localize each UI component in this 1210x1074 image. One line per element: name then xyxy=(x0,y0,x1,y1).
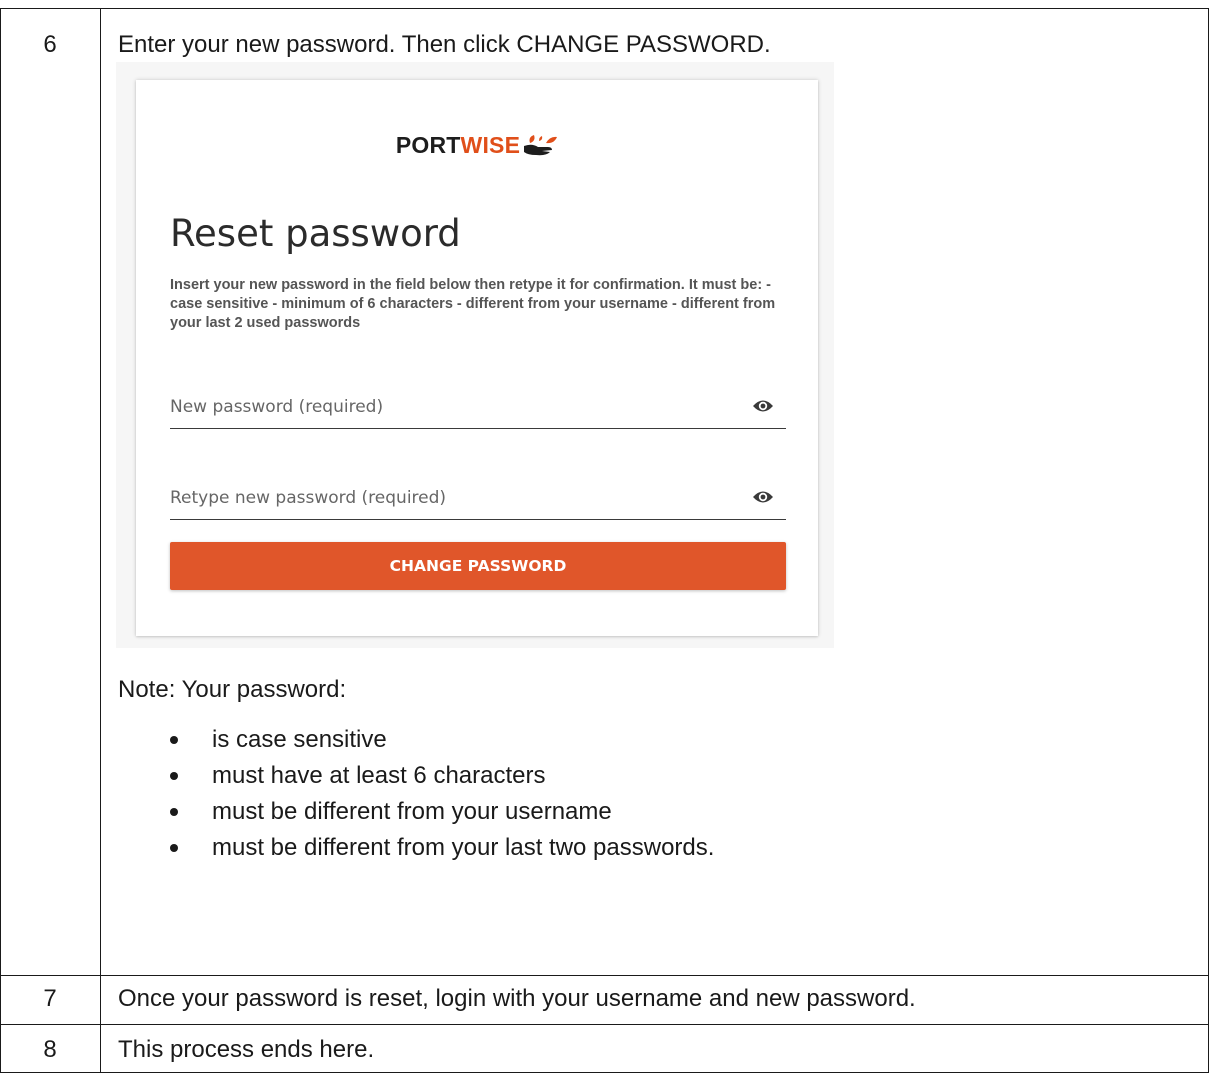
table-border-right xyxy=(1208,8,1209,1073)
list-item: is case sensitive xyxy=(160,726,714,762)
step-number: 8 xyxy=(43,1036,57,1063)
reset-instructions: Insert your new password in the field be… xyxy=(170,277,776,331)
list-item-text: is case sensitive xyxy=(212,726,387,753)
list-item: must be different from your username xyxy=(160,798,714,834)
list-item: must be different from your last two pas… xyxy=(160,834,714,870)
bullet-icon xyxy=(170,772,178,780)
step-instruction: This process ends here. xyxy=(118,1036,375,1063)
reset-password-card: PORTWISE Reset password Insert your new … xyxy=(136,80,818,636)
logo-text-wise: WISE xyxy=(460,132,521,158)
step-number: 6 xyxy=(43,31,57,58)
list-item-text: must have at least 6 characters xyxy=(212,762,546,789)
bullet-icon xyxy=(170,808,178,816)
retype-password-placeholder: Retype new password (required) xyxy=(170,488,447,508)
procedure-table: 6 Enter your new password. Then click CH… xyxy=(0,0,1209,1073)
list-item-text: must be different from your last two pas… xyxy=(212,834,715,861)
bullet-icon xyxy=(170,736,178,744)
list-item-text: must be different from your username xyxy=(212,798,612,825)
step-instruction: Once your password is reset, login with … xyxy=(118,985,916,1012)
step-instruction: Enter your new password. Then click CHAN… xyxy=(118,31,771,58)
logo-leaf-icon xyxy=(524,135,558,156)
logo-text-port: PORT xyxy=(395,132,461,158)
page-title: Reset password xyxy=(170,212,461,255)
retype-password-field[interactable]: Retype new password (required) xyxy=(170,479,786,520)
step-number: 7 xyxy=(43,985,57,1012)
reset-password-screenshot: PORTWISE Reset password Insert your new … xyxy=(116,62,834,648)
new-password-field[interactable]: New password (required) xyxy=(170,388,786,429)
eye-icon[interactable] xyxy=(752,398,774,419)
new-password-placeholder: New password (required) xyxy=(170,397,384,417)
bullet-icon xyxy=(170,844,178,852)
portwise-logo: PORTWISE xyxy=(136,132,818,159)
eye-icon[interactable] xyxy=(752,489,774,510)
table-border-left xyxy=(0,8,1,1073)
column-divider xyxy=(100,8,101,1073)
password-rules-list: is case sensitive must have at least 6 c… xyxy=(160,726,714,870)
list-item: must have at least 6 characters xyxy=(160,762,714,798)
note-heading: Note: Your password: xyxy=(118,676,347,703)
change-password-button[interactable]: CHANGE PASSWORD xyxy=(170,542,786,590)
